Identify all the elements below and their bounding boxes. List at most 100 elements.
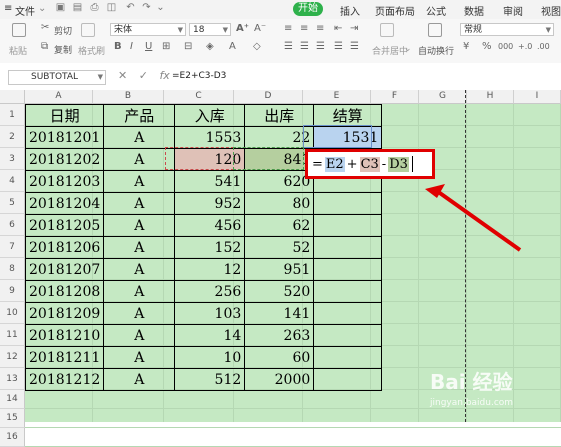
cell-in[interactable]: 1553 (174, 126, 246, 149)
cell-settle[interactable] (313, 302, 383, 325)
clear-format-icon[interactable]: ◇ (253, 41, 261, 53)
row-header-14[interactable]: 14 (0, 390, 25, 409)
decrease-font-icon[interactable]: A⁻ (254, 23, 266, 35)
align-left-icon[interactable]: ☰ (284, 41, 293, 53)
header-settle[interactable]: 结算 (313, 104, 383, 127)
cell-editor-e3[interactable]: = E2 + C3 - D3 (305, 149, 435, 179)
merge-icon[interactable]: ⊟ (184, 41, 192, 53)
tab-insert[interactable]: 插入 (340, 3, 360, 18)
decrease-decimal-icon[interactable]: .00 (537, 41, 550, 53)
increase-font-icon[interactable]: A⁺ (236, 23, 249, 35)
header-out[interactable]: 出库 (244, 104, 315, 127)
cell-product[interactable]: A (103, 302, 176, 325)
cell-out[interactable]: 951 (244, 258, 315, 281)
wrap-text-button[interactable]: 自动换行 (418, 44, 454, 57)
header-in[interactable]: 入库 (174, 104, 246, 127)
cell-out[interactable]: 52 (244, 236, 315, 259)
font-name-select[interactable]: 宋体 ▼ (110, 23, 186, 36)
cell-date[interactable]: 20181206 (24, 236, 105, 259)
align-right-icon[interactable]: ☰ (316, 41, 325, 53)
cell-product[interactable]: A (103, 170, 176, 193)
row-header-8[interactable]: 8 (0, 258, 25, 280)
select-all-corner[interactable] (0, 90, 25, 104)
cell-date[interactable]: 20181202 (24, 148, 105, 171)
quick-access-dropdown-icon[interactable]: ⌄ (155, 2, 166, 13)
cell-settle[interactable] (313, 214, 383, 237)
cell-in[interactable]: 10 (174, 346, 246, 369)
thousands-icon[interactable]: 000 (498, 41, 513, 53)
cell-in[interactable]: 541 (174, 170, 246, 193)
export-icon[interactable]: ▤ (72, 2, 83, 13)
distributed-icon[interactable]: ☰ (350, 41, 359, 53)
tab-data[interactable]: 数据 (464, 3, 484, 18)
tab-formulas[interactable]: 公式 (426, 3, 446, 18)
row-header-4[interactable]: 4 (0, 170, 25, 192)
cell-product[interactable]: A (103, 258, 176, 281)
paste-button[interactable]: 粘贴 (9, 44, 27, 57)
format-painter-icon[interactable] (81, 23, 95, 37)
cell-settle[interactable] (313, 236, 383, 259)
cell-date[interactable]: 20181201 (24, 126, 105, 149)
cell-in[interactable]: 512 (174, 368, 246, 391)
cell-product[interactable]: A (103, 280, 176, 303)
cell-out[interactable]: 60 (244, 346, 315, 369)
tab-view[interactable]: 视图 (541, 3, 561, 18)
menu-icon[interactable]: ≡ (4, 3, 12, 14)
cut-button[interactable]: 剪切 (54, 24, 72, 37)
merge-center-button[interactable]: 合并居中 (372, 44, 408, 57)
cell-in[interactable]: 456 (174, 214, 246, 237)
cell-product[interactable]: A (103, 368, 176, 391)
column-header-a[interactable]: A (25, 90, 93, 104)
cell-date[interactable]: 20181210 (24, 324, 105, 347)
row-header-2[interactable]: 2 (0, 126, 25, 148)
font-size-select[interactable]: 18 ▼ (189, 23, 231, 36)
align-center-icon[interactable]: ☰ (300, 41, 309, 53)
column-header-e[interactable]: E (303, 90, 371, 104)
row-header-1[interactable]: 1 (0, 104, 25, 126)
column-header-h[interactable]: H (467, 90, 514, 104)
confirm-icon[interactable]: ✓ (139, 69, 148, 82)
row-header-10[interactable]: 10 (0, 302, 25, 324)
align-bottom-icon[interactable]: ≡ (316, 23, 324, 35)
cell-date[interactable]: 20181203 (24, 170, 105, 193)
row-header-11[interactable]: 11 (0, 324, 25, 346)
spreadsheet-grid[interactable]: ABCDEFGHI 1 2 3 4 5 6 7 8 9 10 11 12 13 14 15 16 日期 产品 … (0, 90, 561, 447)
copy-button[interactable]: 复制 (54, 43, 72, 56)
cell-out[interactable]: 62 (244, 214, 315, 237)
header-date[interactable]: 日期 (24, 104, 105, 127)
percent-icon[interactable]: % (482, 41, 492, 53)
currency-icon[interactable]: ¥ (463, 41, 469, 53)
header-product[interactable]: 产品 (103, 104, 176, 127)
increase-decimal-icon[interactable]: +.0 (518, 41, 532, 53)
paste-icon[interactable] (12, 23, 26, 37)
cell-in[interactable]: 12 (174, 258, 246, 281)
format-painter-button[interactable]: 格式刷 (78, 44, 105, 57)
print-icon[interactable]: ⎙ (89, 2, 100, 13)
merge-dropdown-icon[interactable]: ⌄ (404, 44, 412, 54)
cell-settle[interactable] (313, 258, 383, 281)
merge-center-icon[interactable] (380, 23, 394, 37)
column-header-i[interactable]: I (514, 90, 561, 104)
scissors-icon[interactable]: ✂ (41, 22, 49, 34)
cell-product[interactable]: A (103, 192, 176, 215)
cell-in[interactable]: 952 (174, 192, 246, 215)
cell-date[interactable]: 20181207 (24, 258, 105, 281)
cell-product[interactable]: A (103, 214, 176, 237)
wrap-text-icon[interactable] (428, 23, 442, 37)
underline-icon[interactable]: U (145, 41, 152, 53)
cell-out[interactable]: 620 (244, 170, 315, 193)
formula-input[interactable]: =E2+C3-D3 (172, 71, 226, 81)
number-format-select[interactable]: 常规 ▼ (460, 23, 554, 36)
row-header-5[interactable]: 5 (0, 192, 25, 214)
row-header-15[interactable]: 15 (0, 409, 25, 428)
tab-review[interactable]: 审阅 (503, 3, 523, 18)
cancel-icon[interactable]: ✕ (118, 69, 127, 82)
cell-in[interactable]: 14 (174, 324, 246, 347)
cell-product[interactable]: A (103, 126, 176, 149)
row-header-12[interactable]: 12 (0, 346, 25, 368)
redo-icon[interactable]: ↷ (141, 2, 152, 13)
cell-out[interactable]: 80 (244, 192, 315, 215)
cell-settle[interactable] (313, 192, 383, 215)
tab-start[interactable]: 开始 (293, 2, 323, 16)
cell-settle[interactable] (313, 324, 383, 347)
